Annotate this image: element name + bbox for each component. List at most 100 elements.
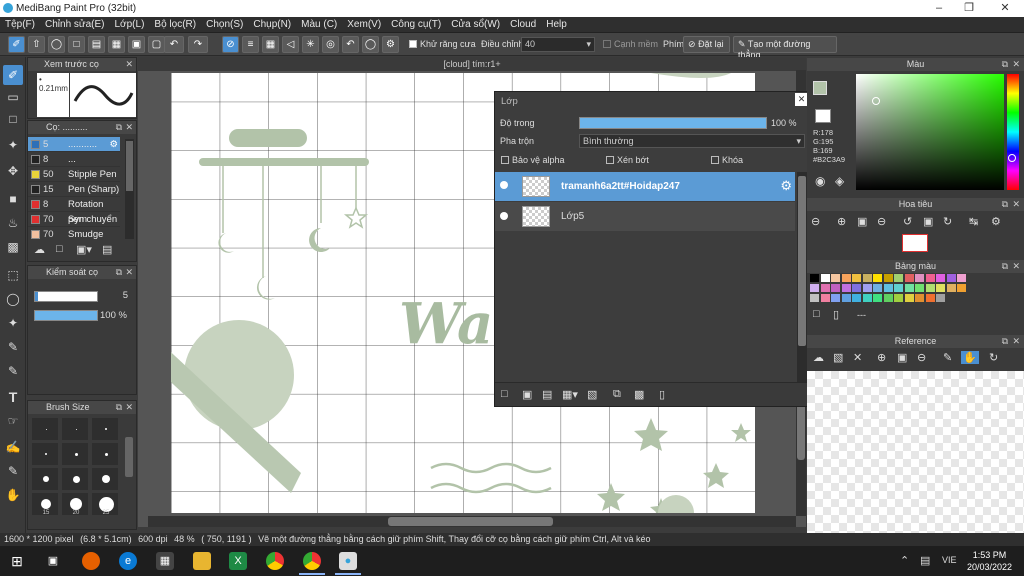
hand-icon[interactable]: ✋: [961, 351, 979, 364]
bucket-icon[interactable]: ♨: [3, 213, 23, 233]
nav-settings-icon[interactable]: ⚙: [991, 215, 1001, 228]
chat-icon[interactable]: □: [68, 36, 85, 53]
blend-select[interactable]: Bình thường ▾: [579, 134, 805, 148]
lock-checkbox[interactable]: [711, 156, 719, 164]
brush-size-option[interactable]: [91, 467, 119, 491]
menu-view[interactable]: Xem(V): [342, 17, 386, 30]
palette-swatch[interactable]: [810, 284, 819, 292]
zoom-out-icon[interactable]: ⊖: [917, 351, 926, 364]
palette-swatch[interactable]: [831, 294, 840, 302]
palette-swatch[interactable]: [936, 274, 945, 282]
network-icon[interactable]: ▤: [920, 554, 930, 567]
size-scroll-thumb[interactable]: [125, 437, 133, 477]
brush-size-option[interactable]: [61, 467, 89, 491]
rotate-reset-icon[interactable]: ▣: [923, 215, 933, 228]
brush-list-item[interactable]: 8...: [28, 152, 120, 167]
palette-swatch[interactable]: [915, 294, 924, 302]
minimize-icon[interactable]: –: [924, 0, 954, 17]
redo-icon[interactable]: ↷: [188, 36, 208, 53]
layer-list-scrollbar[interactable]: [797, 172, 807, 382]
menu-tools[interactable]: Công cụ(T): [386, 17, 446, 30]
close-ref-icon[interactable]: ✕: [853, 351, 862, 364]
close-icon[interactable]: ✕: [125, 59, 133, 70]
clipping-checkbox[interactable]: [606, 156, 614, 164]
palette-swatch[interactable]: [820, 274, 830, 282]
scroll-thumb[interactable]: [126, 141, 133, 191]
brush-list-scrollbar[interactable]: [125, 139, 134, 239]
palette-swatch[interactable]: [925, 294, 935, 302]
palette-swatch[interactable]: [831, 274, 840, 282]
close-icon[interactable]: ✕: [125, 122, 133, 133]
color-mode-icon[interactable]: ◈: [835, 174, 844, 188]
scroll-thumb[interactable]: [798, 176, 806, 346]
radial-snap-icon[interactable]: ✳: [302, 36, 319, 53]
palette-swatch[interactable]: [852, 284, 861, 292]
menu-cloud[interactable]: Cloud: [505, 17, 541, 30]
pick-color-icon[interactable]: ✎: [943, 351, 952, 364]
zoom-minus-icon[interactable]: ⊖: [877, 215, 886, 228]
undo-icon[interactable]: ↶: [164, 36, 184, 53]
magic-wand-icon[interactable]: ✦: [3, 313, 23, 333]
text-icon[interactable]: T: [3, 387, 23, 407]
palette-swatch[interactable]: [883, 274, 893, 282]
brush-size-option[interactable]: [31, 442, 59, 466]
brush-size-option[interactable]: [91, 442, 119, 466]
sharp-edge-toggle[interactable]: Cạnh mềm: [603, 39, 658, 49]
brush-list-item[interactable]: 70 Smudge: [28, 227, 120, 240]
lock-toggle[interactable]: Khóa: [711, 155, 743, 165]
brush-list-item[interactable]: 70 pen chuyển: [28, 212, 120, 227]
menu-layer[interactable]: Lớp(L): [110, 17, 150, 30]
palette-swatch[interactable]: [873, 274, 882, 282]
undock-icon[interactable]: ⧉: [1002, 261, 1008, 272]
maximize-icon[interactable]: ❐: [954, 0, 984, 17]
brush-settings-icon[interactable]: ▤: [102, 243, 112, 256]
palette-swatch[interactable]: [904, 294, 914, 302]
select-eraser-icon[interactable]: ✎: [3, 361, 23, 381]
store-icon[interactable]: ▦: [156, 552, 174, 570]
shape-icon[interactable]: □: [3, 109, 23, 129]
fit-icon[interactable]: ▣: [897, 351, 907, 364]
brush-icon[interactable]: ✐: [3, 65, 23, 85]
parallel-snap-icon[interactable]: ≡: [242, 36, 259, 53]
color-sv-picker[interactable]: [856, 74, 1004, 190]
brush-size-option[interactable]: [31, 417, 59, 441]
palette-swatch[interactable]: [873, 284, 882, 292]
new-halftone-layer-icon[interactable]: ▣: [522, 388, 532, 401]
palette-swatch[interactable]: [862, 274, 872, 282]
eye-icon[interactable]: [500, 212, 508, 220]
menu-edit[interactable]: Chỉnh sửa(E): [40, 17, 110, 30]
palette-swatch[interactable]: [873, 294, 882, 302]
brush-tool-icon[interactable]: ✐: [8, 36, 25, 53]
palette-swatch[interactable]: [915, 284, 924, 292]
zoom-out-icon[interactable]: ⊖: [811, 215, 820, 228]
language-indicator[interactable]: VIE: [942, 555, 957, 565]
reference-canvas[interactable]: [807, 371, 1024, 533]
color-picker-handle[interactable]: [872, 97, 880, 105]
add-layer-menu-icon[interactable]: ▦▾: [562, 388, 578, 401]
close-icon[interactable]: ✕: [1012, 261, 1020, 272]
palette-swatch[interactable]: [810, 294, 819, 302]
brush-size-option[interactable]: [61, 417, 89, 441]
undock-icon[interactable]: ⧉: [1002, 336, 1008, 347]
color-wheel-icon[interactable]: ◉: [815, 174, 825, 188]
palette-swatch[interactable]: [925, 284, 935, 292]
frame-divide-icon[interactable]: ✎: [3, 461, 23, 481]
palette-swatch[interactable]: [810, 274, 819, 282]
new-layer-icon[interactable]: □: [501, 388, 508, 400]
circle-snap-icon[interactable]: ◎: [322, 36, 339, 53]
undock-icon[interactable]: ⧉: [116, 122, 122, 133]
layer-row[interactable]: Lớp5: [495, 202, 795, 231]
brush-size-option[interactable]: 20: [61, 492, 89, 516]
palette-swatch[interactable]: [915, 274, 924, 282]
brush-size-option[interactable]: [31, 467, 59, 491]
palette-swatch[interactable]: [862, 284, 872, 292]
palette-swatch[interactable]: [883, 294, 893, 302]
straight-line-button[interactable]: ✎ Tạo một đường thẳng: [733, 36, 837, 60]
palette-swatch[interactable]: [904, 284, 914, 292]
antialias-checkbox[interactable]: [409, 40, 417, 48]
eye-icon[interactable]: [500, 181, 508, 189]
select-pen-icon[interactable]: ✎: [3, 337, 23, 357]
flip-icon[interactable]: ↹: [969, 215, 978, 228]
close-icon[interactable]: ✕: [1012, 59, 1020, 70]
size-slider[interactable]: [34, 291, 98, 302]
